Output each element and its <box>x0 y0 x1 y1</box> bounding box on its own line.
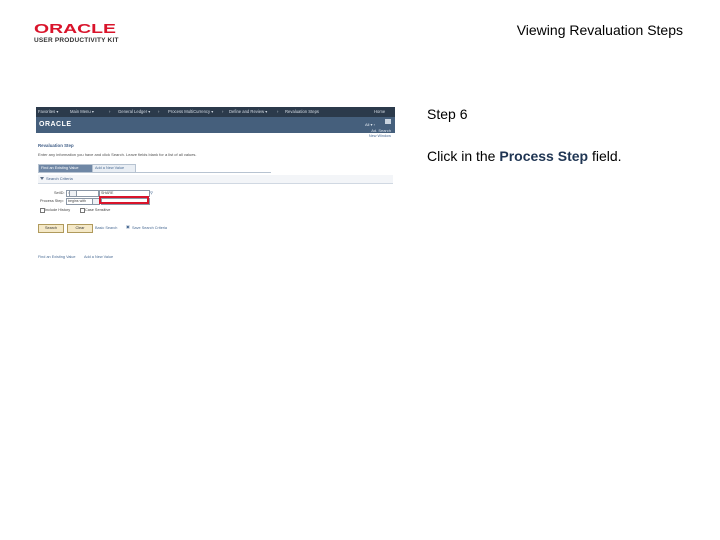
nav-general-ledger[interactable]: General Ledger ▾ <box>118 109 150 114</box>
new-window-link[interactable]: New Window <box>369 134 391 138</box>
instruction-field-name: Process Step <box>499 148 589 164</box>
step-instruction: Click in the Process Step field. <box>427 148 622 164</box>
process-step-operator[interactable]: begins with <box>66 198 93 205</box>
nav-sep: › <box>158 109 160 114</box>
search-instructions: Enter any information you have and click… <box>38 152 197 157</box>
clear-button[interactable]: Clear <box>67 224 93 233</box>
nav-sep: › <box>222 109 224 114</box>
collapse-caret-icon[interactable] <box>40 177 44 180</box>
find-existing-link[interactable]: Find an Existing Value <box>38 255 76 259</box>
add-new-link[interactable]: Add a New Value <box>84 255 113 259</box>
logo-subtitle: USER PRODUCTIVITY KIT <box>34 37 119 44</box>
process-step-highlight <box>99 196 149 204</box>
save-icon: ▣ <box>126 224 130 229</box>
search-criteria-label: Search Criteria <box>46 176 73 181</box>
instruction-post: field. <box>588 148 622 164</box>
oracle-wordmark: ORACLE <box>34 22 116 34</box>
lookup-icon[interactable]: ⚲ <box>150 190 153 195</box>
flag-icon[interactable] <box>385 119 391 124</box>
basic-search-link[interactable]: Basic Search <box>95 226 117 230</box>
nav-sep: › <box>277 109 279 114</box>
save-criteria-link[interactable]: Save Search Criteria <box>132 226 167 230</box>
case-sensitive-label: Case Sensitive <box>85 208 111 212</box>
app-header: ORACLE All ▾ › Ad. Search <box>36 117 395 133</box>
menu-bar: Favorites ▾ Main Menu ▾ › General Ledger… <box>36 107 395 117</box>
search-criteria-section[interactable]: Search Criteria <box>38 175 393 184</box>
nav-revaluation-steps[interactable]: Revaluation Steps <box>285 109 319 114</box>
nav-main-menu[interactable]: Main Menu ▾ <box>70 109 94 114</box>
include-history-label: Include History <box>45 208 71 212</box>
tab-find-existing[interactable]: Find an Existing Value <box>38 164 94 172</box>
nav-home[interactable]: Home <box>374 109 385 114</box>
instruction-pre: Click in the <box>427 148 500 164</box>
nav-favorites[interactable]: Favorites ▾ <box>38 109 59 114</box>
app-page-title: Revaluation Step <box>38 143 74 148</box>
nav-define-review[interactable]: Define and Review ▾ <box>229 109 267 114</box>
chevron-down-icon[interactable] <box>69 190 77 197</box>
app-oracle-logo: ORACLE <box>39 121 72 128</box>
nav-sep: › <box>109 109 111 114</box>
oracle-upk-logo: ORACLE USER PRODUCTIVITY KIT <box>34 22 126 48</box>
oracle-wordmark-icon: ORACLE <box>34 22 116 34</box>
process-step-label: Process Step: <box>40 199 64 203</box>
tab-add-new[interactable]: Add a New Value <box>92 164 136 172</box>
search-tabs: Find an Existing Value Add a New Value <box>38 164 271 173</box>
advanced-search-link[interactable]: Ad. Search <box>371 128 391 133</box>
nav-process-multicurrency[interactable]: Process MultiCurrency ▾ <box>168 109 213 114</box>
setid-label: SetID: <box>54 191 65 195</box>
page-title: Viewing Revaluation Steps <box>516 22 683 38</box>
search-button[interactable]: Search <box>38 224 64 233</box>
search-scope[interactable]: All ▾ › <box>365 122 375 127</box>
app-screenshot: Favorites ▾ Main Menu ▾ › General Ledger… <box>36 107 395 267</box>
step-number: Step 6 <box>427 106 468 122</box>
